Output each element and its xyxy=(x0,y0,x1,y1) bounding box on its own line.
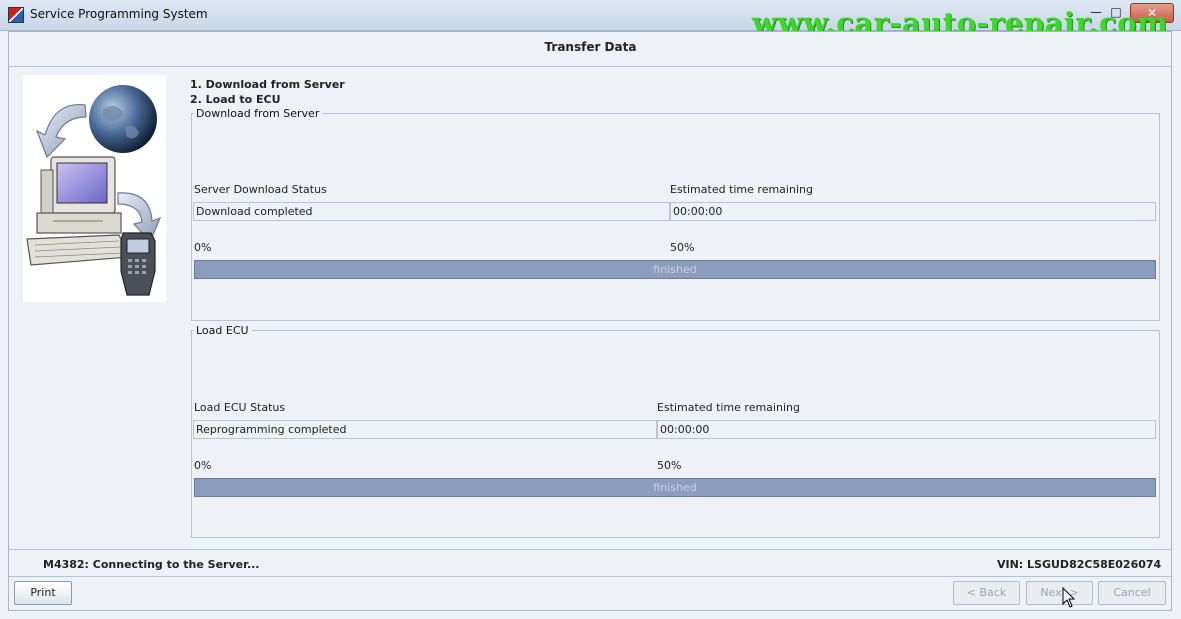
download-progress-bar: finished xyxy=(194,260,1156,279)
ecu-status-field: Reprogramming completed xyxy=(193,420,657,439)
vin-display: VIN: LSGUD82C58E026074 xyxy=(997,558,1162,571)
status-message: M4382: Connecting to the Server... xyxy=(43,558,260,571)
step-item: 1. Download from Server xyxy=(190,78,345,91)
ecu-progress-bar: finished xyxy=(194,478,1156,497)
ecu-time-field: 00:00:00 xyxy=(657,420,1156,439)
print-button[interactable]: Print xyxy=(14,581,72,605)
download-status-label: Server Download Status xyxy=(194,183,327,196)
button-bar-divider xyxy=(9,576,1171,577)
page-title: Transfer Data xyxy=(544,40,637,54)
app-icon xyxy=(8,7,24,23)
ecu-progress-text: finished xyxy=(653,481,697,494)
download-time-label: Estimated time remaining xyxy=(670,183,813,196)
computer-scan-tool-illustration xyxy=(26,85,162,296)
download-progress-min-label: 0% xyxy=(194,241,212,254)
download-progress-mid-label: 50% xyxy=(670,241,695,254)
mouse-cursor-icon xyxy=(1062,587,1076,608)
download-progress-text: finished xyxy=(653,263,697,276)
cancel-button[interactable]: Cancel xyxy=(1098,581,1166,605)
header-divider xyxy=(9,66,1171,67)
download-time-field: 00:00:00 xyxy=(670,202,1156,221)
ecu-status-label: Load ECU Status xyxy=(194,401,286,414)
download-status-field: Download completed xyxy=(193,202,670,221)
next-button[interactable]: Next > xyxy=(1026,581,1093,605)
status-divider xyxy=(9,549,1171,550)
steps-list: 1. Download from Server 2. Load to ECU xyxy=(190,77,345,107)
window-title: Service Programming System xyxy=(30,7,208,21)
ecu-progress-mid-label: 50% xyxy=(657,459,682,472)
ecu-time-label: Estimated time remaining xyxy=(657,401,800,414)
step-item: 2. Load to ECU xyxy=(190,93,281,106)
download-group-legend: Download from Server xyxy=(194,107,323,120)
load-ecu-group-legend: Load ECU xyxy=(194,324,252,337)
back-button[interactable]: < Back xyxy=(953,581,1020,605)
transfer-illustration xyxy=(23,75,166,302)
ecu-progress-min-label: 0% xyxy=(194,459,212,472)
